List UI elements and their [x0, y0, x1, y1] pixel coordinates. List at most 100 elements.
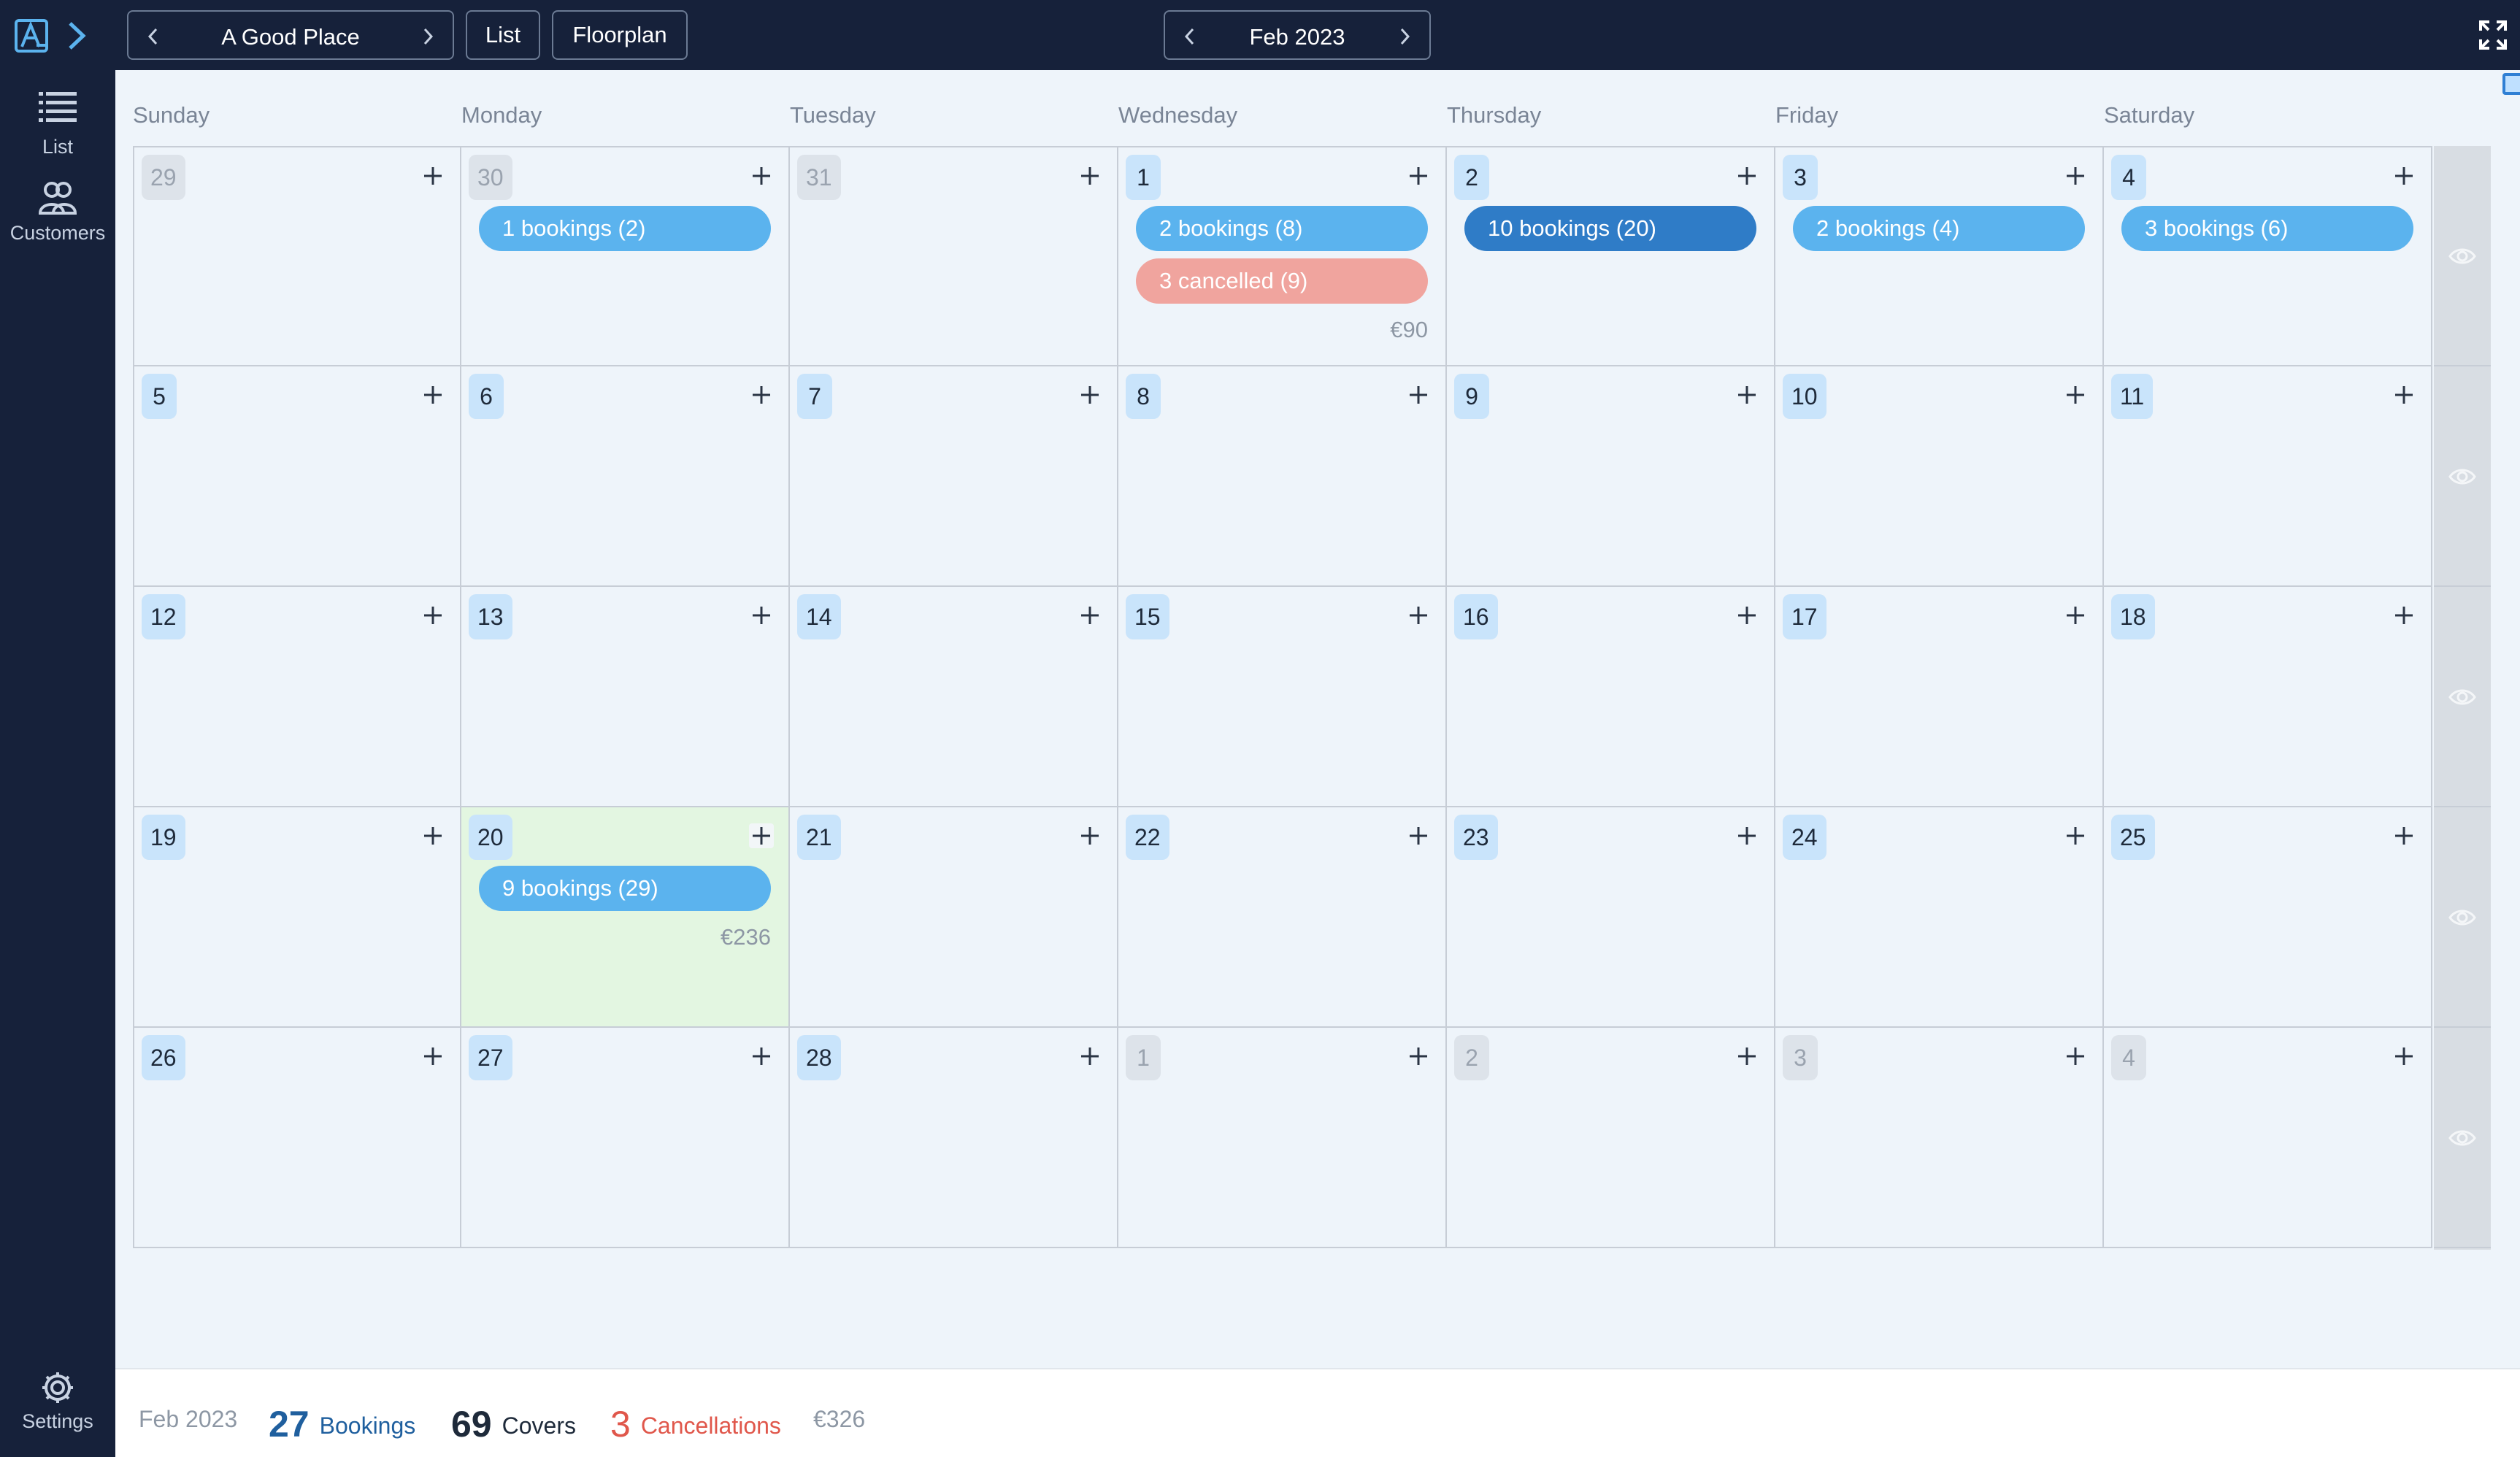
bookings-pill[interactable]: 10 bookings (20): [1464, 206, 1756, 251]
calendar-day-cell[interactable]: 2 10 bookings (20): [1447, 146, 1775, 366]
sidebar-item-settings[interactable]: Settings: [0, 1369, 115, 1433]
day-number[interactable]: 1: [1126, 1035, 1161, 1080]
calendar-day-cell[interactable]: 15: [1118, 587, 1447, 807]
day-number[interactable]: 20: [469, 815, 512, 860]
floorplan-view-button[interactable]: Floorplan: [552, 10, 688, 60]
add-booking-icon[interactable]: [2063, 1044, 2088, 1069]
calendar-day-cell[interactable]: 23: [1447, 807, 1775, 1028]
day-number[interactable]: 16: [1454, 594, 1498, 639]
day-number[interactable]: 13: [469, 594, 512, 639]
calendar-day-cell[interactable]: 25: [2104, 807, 2432, 1028]
calendar-day-cell[interactable]: 18: [2104, 587, 2432, 807]
calendar-day-cell[interactable]: 10: [1775, 366, 2104, 587]
calendar-day-cell[interactable]: 8: [1118, 366, 1447, 587]
add-booking-icon[interactable]: [749, 164, 774, 188]
add-booking-icon[interactable]: [1735, 382, 1759, 407]
day-number[interactable]: 22: [1126, 815, 1169, 860]
add-booking-icon[interactable]: [749, 1044, 774, 1069]
day-number[interactable]: 14: [797, 594, 841, 639]
add-booking-icon[interactable]: [1406, 164, 1431, 188]
add-booking-icon[interactable]: [1077, 382, 1102, 407]
expand-sidebar-icon[interactable]: [64, 19, 88, 53]
side-panel-tab[interactable]: [2502, 73, 2520, 95]
add-booking-icon[interactable]: [749, 382, 774, 407]
day-number[interactable]: 25: [2111, 815, 2155, 860]
add-booking-icon[interactable]: [2392, 1044, 2416, 1069]
calendar-day-cell[interactable]: 4: [2104, 1028, 2432, 1248]
add-booking-icon[interactable]: [1077, 1044, 1102, 1069]
add-booking-icon[interactable]: [2392, 382, 2416, 407]
calendar-day-cell[interactable]: 27: [461, 1028, 790, 1248]
add-booking-icon[interactable]: [1735, 603, 1759, 628]
day-number[interactable]: 9: [1454, 374, 1489, 419]
bookings-pill[interactable]: 2 bookings (8): [1136, 206, 1428, 251]
calendar-day-cell[interactable]: 11: [2104, 366, 2432, 587]
calendar-day-cell[interactable]: 13: [461, 587, 790, 807]
day-number[interactable]: 2: [1454, 1035, 1489, 1080]
calendar-day-cell[interactable]: 3: [1775, 1028, 2104, 1248]
sidebar-item-list[interactable]: List: [0, 88, 115, 158]
day-number[interactable]: 3: [1783, 155, 1818, 200]
day-number[interactable]: 4: [2111, 155, 2146, 200]
add-booking-icon[interactable]: [1077, 164, 1102, 188]
add-booking-icon[interactable]: [1077, 603, 1102, 628]
calendar-day-cell[interactable]: 1 2 bookings (8) 3 cancelled (9) €90: [1118, 146, 1447, 366]
calendar-day-cell[interactable]: 6: [461, 366, 790, 587]
next-month-icon[interactable]: [1396, 26, 1413, 47]
add-booking-icon[interactable]: [1406, 1044, 1431, 1069]
add-booking-icon[interactable]: [749, 823, 774, 848]
week-visibility-toggle[interactable]: [2434, 1028, 2491, 1248]
add-booking-icon[interactable]: [420, 164, 445, 188]
day-number[interactable]: 12: [142, 594, 185, 639]
add-booking-icon[interactable]: [420, 823, 445, 848]
week-visibility-toggle[interactable]: [2434, 587, 2491, 807]
day-number[interactable]: 30: [469, 155, 512, 200]
day-number[interactable]: 3: [1783, 1035, 1818, 1080]
add-booking-icon[interactable]: [1735, 1044, 1759, 1069]
add-booking-icon[interactable]: [2392, 164, 2416, 188]
add-booking-icon[interactable]: [1406, 823, 1431, 848]
calendar-day-cell[interactable]: 19: [133, 807, 461, 1028]
calendar-day-cell[interactable]: 17: [1775, 587, 2104, 807]
day-number[interactable]: 28: [797, 1035, 841, 1080]
calendar-day-cell[interactable]: 16: [1447, 587, 1775, 807]
add-booking-icon[interactable]: [1735, 823, 1759, 848]
day-number[interactable]: 1: [1126, 155, 1161, 200]
day-number[interactable]: 29: [142, 155, 185, 200]
add-booking-icon[interactable]: [749, 603, 774, 628]
add-booking-icon[interactable]: [2392, 823, 2416, 848]
calendar-day-cell[interactable]: 7: [790, 366, 1118, 587]
day-number[interactable]: 21: [797, 815, 841, 860]
bookings-pill[interactable]: 1 bookings (2): [479, 206, 771, 251]
day-number[interactable]: 10: [1783, 374, 1826, 419]
add-booking-icon[interactable]: [420, 382, 445, 407]
day-number[interactable]: 18: [2111, 594, 2155, 639]
calendar-day-cell[interactable]: 9: [1447, 366, 1775, 587]
add-booking-icon[interactable]: [1406, 382, 1431, 407]
day-number[interactable]: 8: [1126, 374, 1161, 419]
add-booking-icon[interactable]: [2392, 603, 2416, 628]
day-number[interactable]: 23: [1454, 815, 1498, 860]
calendar-day-cell[interactable]: 29: [133, 146, 461, 366]
add-booking-icon[interactable]: [1077, 823, 1102, 848]
calendar-day-cell[interactable]: 26: [133, 1028, 461, 1248]
day-number[interactable]: 11: [2111, 374, 2154, 419]
cancelled-pill[interactable]: 3 cancelled (9): [1136, 258, 1428, 304]
week-visibility-toggle[interactable]: [2434, 807, 2491, 1028]
bookings-pill[interactable]: 2 bookings (4): [1793, 206, 2085, 251]
add-booking-icon[interactable]: [2063, 603, 2088, 628]
day-number[interactable]: 26: [142, 1035, 185, 1080]
add-booking-icon[interactable]: [1406, 603, 1431, 628]
calendar-day-cell[interactable]: 4 3 bookings (6): [2104, 146, 2432, 366]
week-visibility-toggle[interactable]: [2434, 146, 2491, 366]
add-booking-icon[interactable]: [420, 1044, 445, 1069]
day-number[interactable]: 5: [142, 374, 177, 419]
bookings-pill[interactable]: 3 bookings (6): [2121, 206, 2413, 251]
day-number[interactable]: 19: [142, 815, 185, 860]
add-booking-icon[interactable]: [2063, 823, 2088, 848]
calendar-day-cell[interactable]: 2: [1447, 1028, 1775, 1248]
calendar-day-cell[interactable]: 28: [790, 1028, 1118, 1248]
list-view-button[interactable]: List: [466, 10, 540, 60]
add-booking-icon[interactable]: [1735, 164, 1759, 188]
add-booking-icon[interactable]: [2063, 164, 2088, 188]
